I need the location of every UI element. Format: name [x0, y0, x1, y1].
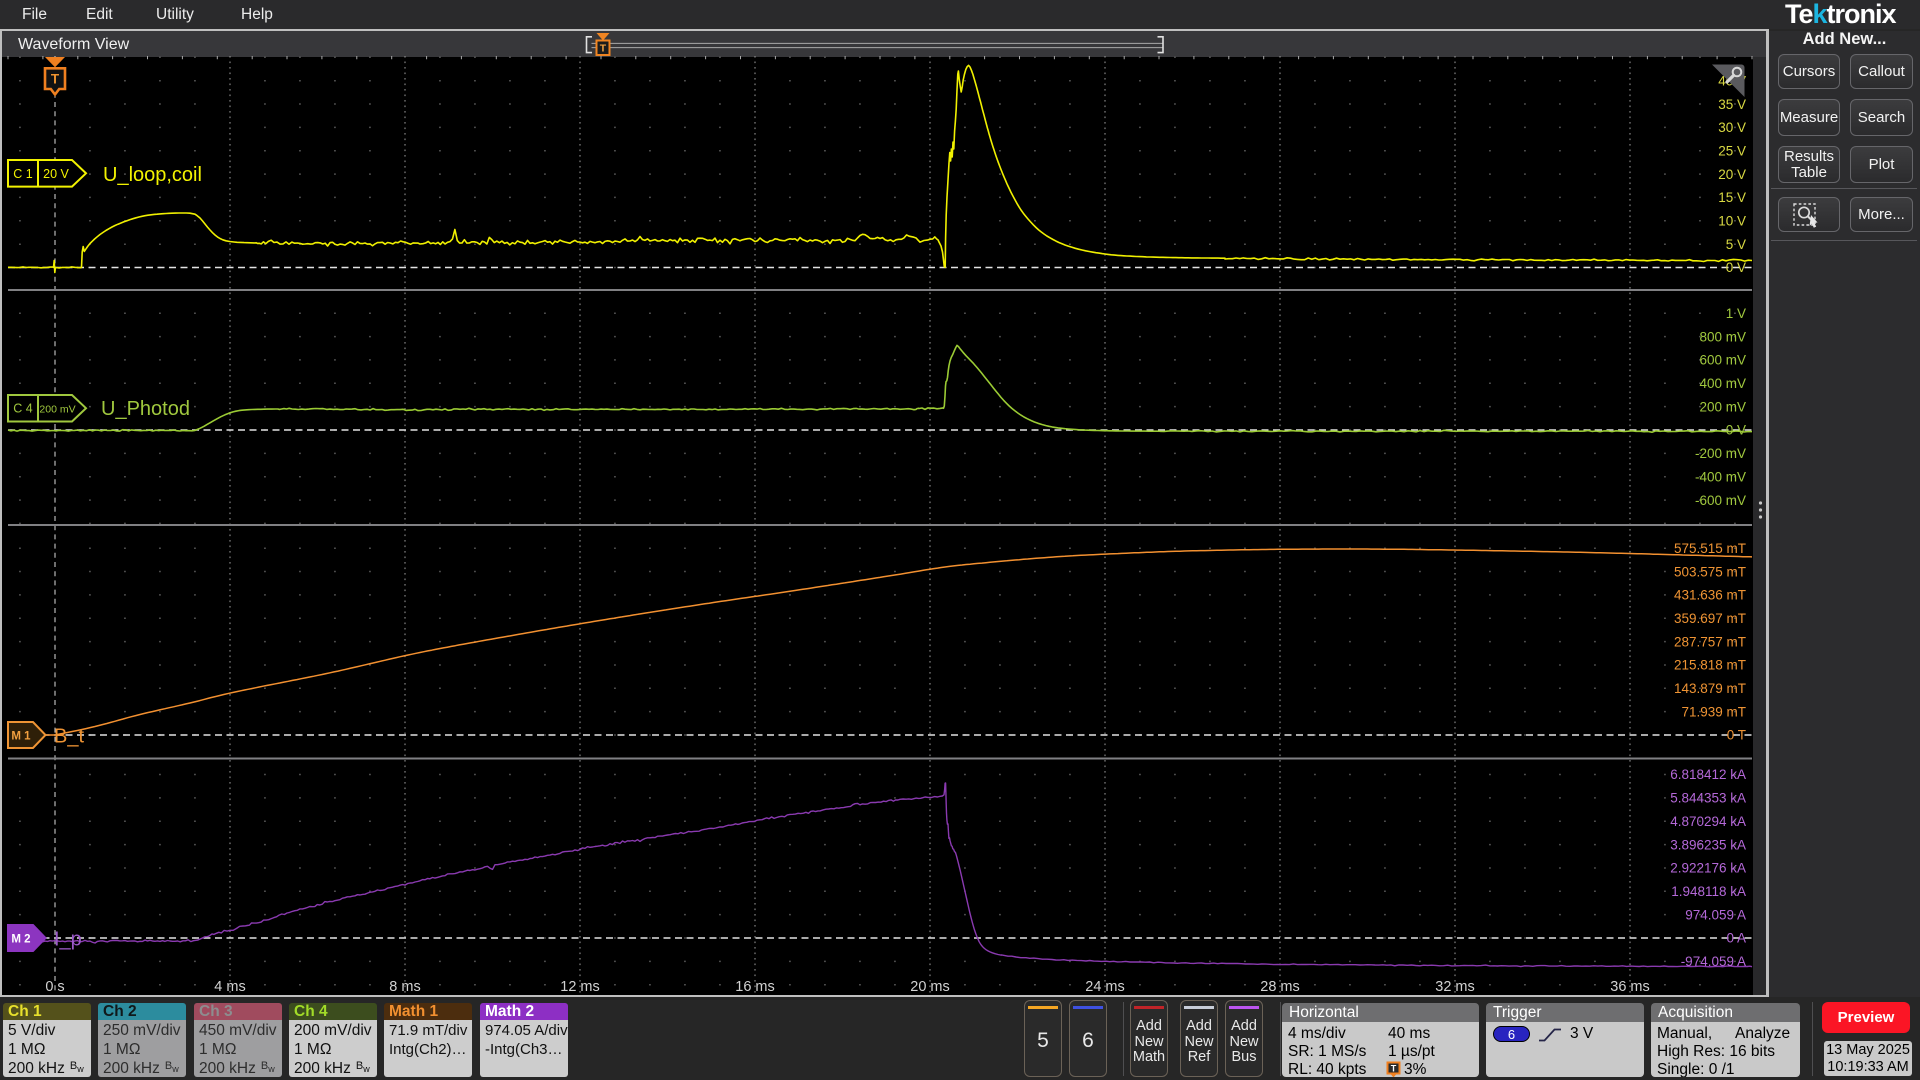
svg-text:0 T: 0 T: [1727, 728, 1746, 743]
svg-text:C 4: C 4: [13, 402, 33, 416]
svg-text:25 V: 25 V: [1718, 143, 1746, 158]
svg-text:5.844353 kA: 5.844353 kA: [1670, 791, 1746, 806]
svg-text:0 s: 0 s: [45, 979, 64, 995]
svg-text:I_p: I_p: [54, 929, 82, 951]
svg-text:431.636 mT: 431.636 mT: [1674, 588, 1746, 603]
svg-text:12 ms: 12 ms: [560, 979, 600, 995]
svg-text:30 V: 30 V: [1718, 120, 1746, 135]
svg-text:36 ms: 36 ms: [1610, 979, 1650, 995]
svg-text:4.870294 kA: 4.870294 kA: [1670, 814, 1746, 829]
svg-text:400 mV: 400 mV: [1699, 376, 1746, 391]
svg-text:503.575 mT: 503.575 mT: [1674, 564, 1746, 579]
svg-text:-200 mV: -200 mV: [1695, 446, 1746, 461]
svg-text:974.059 A: 974.059 A: [1685, 907, 1746, 922]
svg-text:8 ms: 8 ms: [389, 979, 420, 995]
svg-text:800 mV: 800 mV: [1699, 329, 1746, 344]
svg-text:20 ms: 20 ms: [910, 979, 950, 995]
svg-text:M 2: M 2: [11, 934, 30, 946]
svg-text:143.879 mT: 143.879 mT: [1674, 681, 1746, 696]
svg-text:M 1: M 1: [11, 731, 31, 743]
svg-text:2.922176 kA: 2.922176 kA: [1670, 861, 1746, 876]
svg-text:T: T: [600, 43, 607, 55]
svg-text:35 V: 35 V: [1718, 97, 1746, 112]
svg-text:71.939 mT: 71.939 mT: [1681, 704, 1746, 719]
svg-text:20 V: 20 V: [43, 167, 69, 181]
svg-text:0 V: 0 V: [1726, 423, 1746, 438]
svg-text:1 V: 1 V: [1726, 306, 1746, 321]
svg-text:B_t: B_t: [54, 726, 84, 748]
svg-text:4 ms: 4 ms: [214, 979, 245, 995]
svg-text:200 mV: 200 mV: [39, 404, 75, 416]
svg-text:600 mV: 600 mV: [1699, 353, 1746, 368]
svg-text:359.697 mT: 359.697 mT: [1674, 611, 1746, 626]
svg-text:6.818412 kA: 6.818412 kA: [1670, 767, 1746, 782]
svg-text:0 V: 0 V: [1726, 260, 1746, 275]
svg-text:C 1: C 1: [13, 167, 33, 181]
svg-text:T: T: [51, 72, 60, 87]
svg-text:32 ms: 32 ms: [1435, 979, 1475, 995]
svg-text:U_Photod: U_Photod: [101, 398, 190, 420]
svg-text:Waveform View: Waveform View: [18, 36, 130, 53]
svg-text:215.818 mT: 215.818 mT: [1674, 658, 1746, 673]
svg-text:28 ms: 28 ms: [1260, 979, 1300, 995]
svg-text:-600 mV: -600 mV: [1695, 493, 1746, 508]
svg-text:T: T: [1391, 1064, 1397, 1074]
svg-text:3.896235 kA: 3.896235 kA: [1670, 837, 1746, 852]
svg-text:24 ms: 24 ms: [1085, 979, 1125, 995]
svg-text:5 V: 5 V: [1726, 237, 1746, 252]
svg-text:287.757 mT: 287.757 mT: [1674, 634, 1746, 649]
svg-text:0 A: 0 A: [1726, 931, 1746, 946]
svg-text:-974.059 A: -974.059 A: [1681, 954, 1746, 969]
svg-text:575.515 mT: 575.515 mT: [1674, 541, 1746, 556]
svg-text:1.948118 kA: 1.948118 kA: [1671, 884, 1746, 899]
svg-text:20 V: 20 V: [1718, 167, 1746, 182]
svg-text:U_loop,coil: U_loop,coil: [103, 164, 202, 186]
svg-text:15 V: 15 V: [1718, 190, 1746, 205]
svg-text:10 V: 10 V: [1718, 214, 1746, 229]
svg-text:200 mV: 200 mV: [1699, 399, 1746, 414]
svg-text:16 ms: 16 ms: [735, 979, 775, 995]
svg-text:-400 mV: -400 mV: [1695, 469, 1746, 484]
